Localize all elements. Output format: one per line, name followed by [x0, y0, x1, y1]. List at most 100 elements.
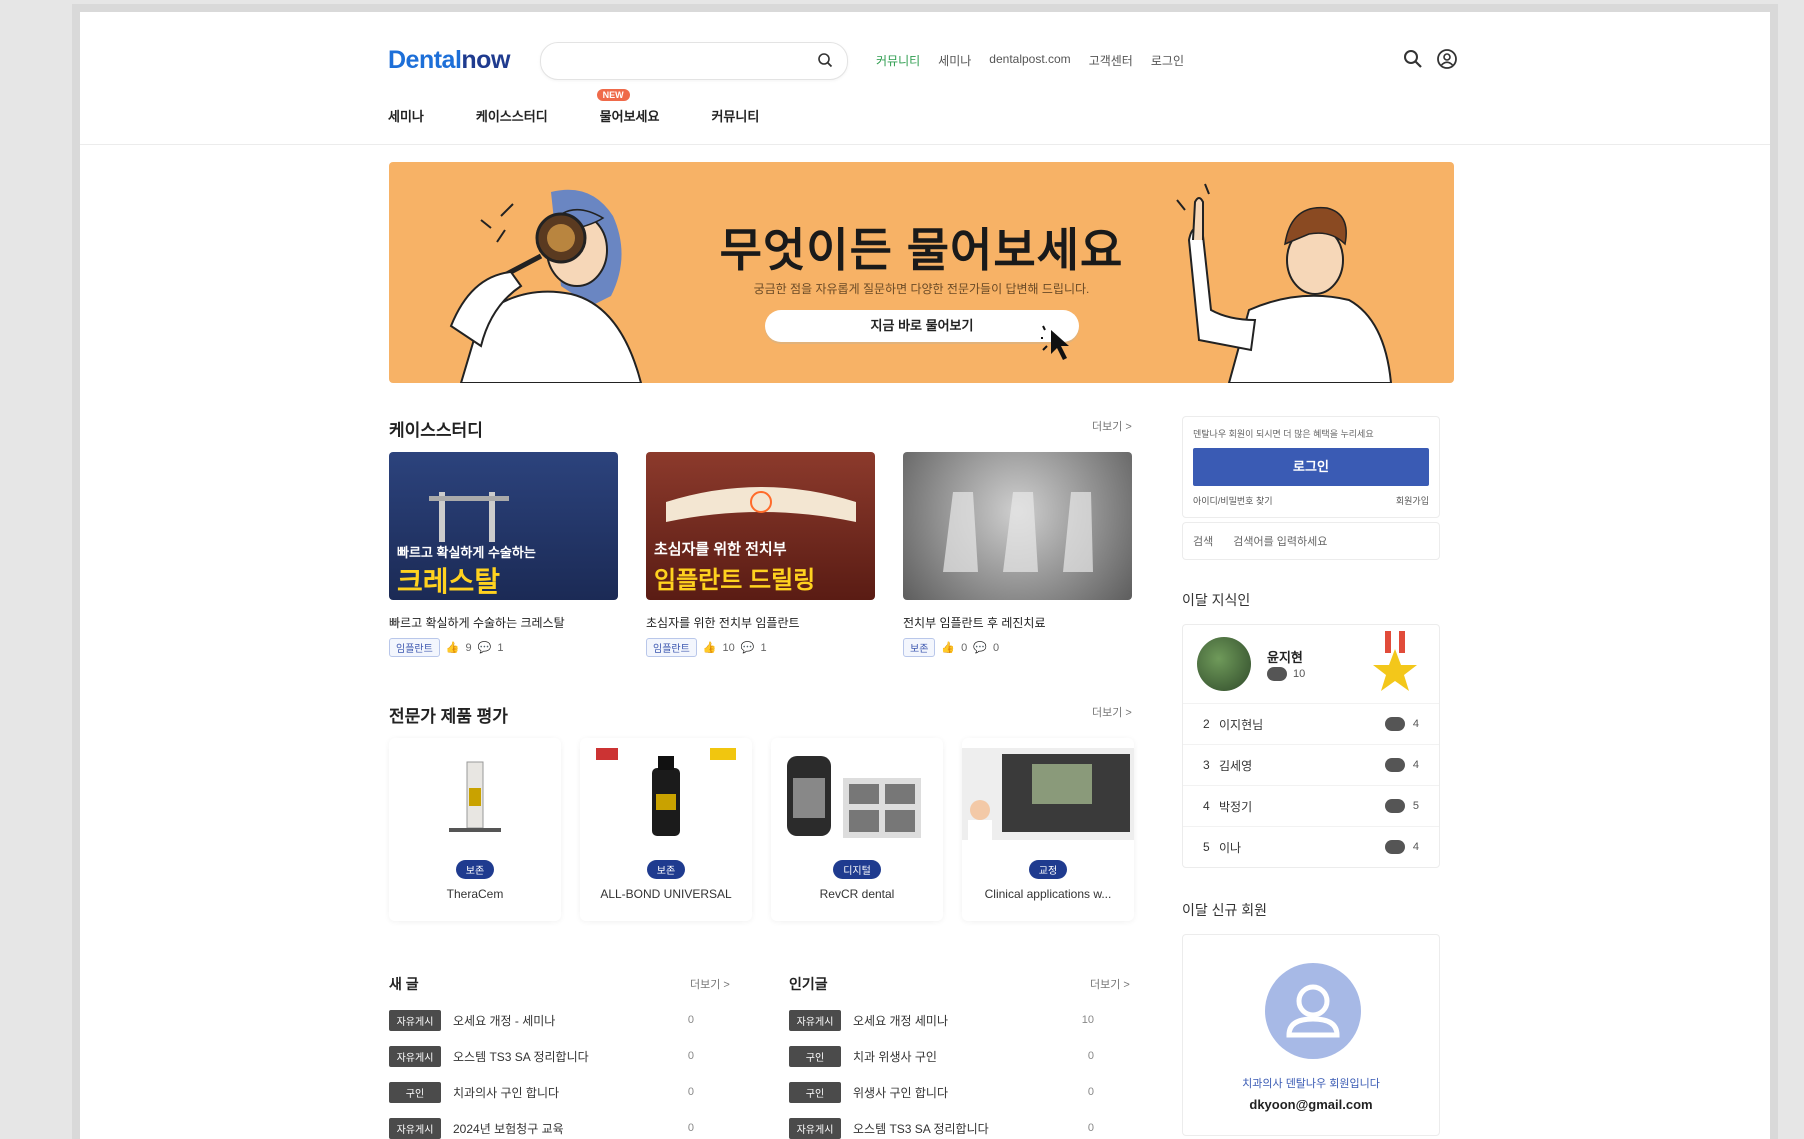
post-title: 오세요 개정 - 세미나: [453, 1013, 556, 1028]
search-bar: [540, 42, 848, 80]
login-button[interactable]: 로그인: [1193, 448, 1429, 486]
product-image: [962, 738, 1134, 850]
case-card[interactable]: 초심자를 위한 전치부 임플란트 드릴링 초심자를 위한 전치부 임플란트 임플…: [646, 452, 875, 657]
search-input[interactable]: [557, 43, 801, 79]
product-name: ALL-BOND UNIVERSAL: [600, 887, 732, 901]
rank-count-wrap: 4: [1384, 840, 1419, 854]
ranking-row[interactable]: 2 이지현님 4: [1183, 703, 1439, 744]
banner-title: 무엇이든 물어보세요: [719, 224, 1124, 276]
like-count: 0: [961, 641, 968, 654]
new-posts-more[interactable]: 더보기 >: [690, 976, 730, 992]
nav-ask-label: 물어보세요: [599, 109, 660, 124]
post-row[interactable]: 자유게시 오세요 개정 - 세미나 0: [389, 1002, 694, 1038]
products-more[interactable]: 더보기 >: [1092, 704, 1132, 720]
new-posts-title: 새 글: [389, 976, 419, 992]
post-row[interactable]: 자유게시 오세요 개정 세미나 10: [789, 1002, 1094, 1038]
product-image: [771, 738, 943, 850]
ask-now-button[interactable]: 지금 바로 물어보기: [765, 310, 1079, 342]
logo-suffix: now: [461, 46, 510, 74]
hero-banner[interactable]: 무엇이든 물어보세요 궁금한 점을 자유롭게 질문하면 다양한 전문가들이 답변…: [389, 162, 1454, 383]
product-tag: 교정: [1028, 860, 1068, 879]
rank-count-wrap: 5: [1384, 799, 1419, 813]
product-card[interactable]: 보존 TheraCem: [389, 738, 561, 921]
nav-community[interactable]: 커뮤니티: [711, 106, 759, 125]
sidebar-search-hint: 검색어를 입력하세요: [1233, 536, 1328, 548]
rank-count: 5: [1412, 800, 1419, 812]
case-card[interactable]: 전치부 임플란트 후 레진치료 보존 👍 0 💬 0: [903, 452, 1132, 657]
case-thumbnail: 초심자를 위한 전치부 임플란트 드릴링: [646, 452, 875, 600]
product-image: [389, 738, 561, 850]
sidebar-search[interactable]: 검색 검색어를 입력하세요: [1182, 522, 1440, 560]
top-link-login[interactable]: 로그인: [1151, 52, 1184, 69]
top-link-support[interactable]: 고객센터: [1089, 52, 1133, 69]
rank-number: 5: [1203, 840, 1210, 854]
sidebar: 덴탈나우 회원이 되시면 더 많은 혜택을 누리세요 로그인 아이디/비밀번호 …: [1182, 416, 1440, 1136]
cursor-icon: [1041, 325, 1069, 360]
find-account-link[interactable]: 아이디/비밀번호 찾기: [1193, 494, 1273, 507]
ranking-top-count: 10: [1293, 668, 1306, 680]
signup-link[interactable]: 회원가입: [1396, 494, 1429, 507]
post-title: 위생사 구인 합니다: [853, 1085, 948, 1100]
search-icon[interactable]: [817, 52, 833, 68]
case-card[interactable]: 빠르고 확실하게 수술하는 크레스탈 빠르고 확실하게 수술하는 크레스탈 임플…: [389, 452, 618, 657]
post-category: 자유게시: [389, 1009, 441, 1031]
post-title: 오스템 TS3 SA 정리합니다: [453, 1049, 589, 1064]
chat-bubble-icon: [1384, 799, 1405, 813]
post-row[interactable]: 자유게시 2024년 보험청구 교육 0: [389, 1110, 694, 1139]
comment-icon: 💬: [973, 642, 987, 654]
new-posts-list: 자유게시 오세요 개정 - 세미나 0 자유게시 오스템 TS3 SA 정리합니다 0 …: [389, 1002, 694, 1139]
post-row[interactable]: 자유게시 오스템 TS3 SA 정리합니다 0: [389, 1038, 694, 1074]
ranking-row[interactable]: 4 박정기 5: [1183, 785, 1439, 826]
post-category: 자유게시: [789, 1117, 841, 1139]
product-image: [580, 738, 752, 850]
rank-count: 4: [1412, 841, 1419, 853]
product-name: Clinical applications w...: [984, 887, 1112, 901]
post-count: 0: [687, 1122, 694, 1134]
top-link-seminar[interactable]: 세미나: [938, 52, 971, 69]
user-icon[interactable]: [1436, 48, 1458, 70]
product-name: RevCR dental: [819, 887, 895, 901]
ranking-top[interactable]: 윤지현 10: [1183, 625, 1439, 703]
ranking-row[interactable]: 5 이나 4: [1183, 826, 1439, 867]
case-study-title: 케이스스터디: [389, 421, 483, 440]
comment-count: 1: [760, 641, 767, 654]
medal-icon: [1373, 631, 1417, 691]
product-card[interactable]: 디지털 RevCR dental: [771, 738, 943, 921]
nav-ask[interactable]: NEW 물어보세요: [596, 89, 660, 125]
like-count: 10: [722, 641, 735, 654]
rank-number: 4: [1203, 799, 1210, 813]
product-card[interactable]: 보존 ALL-BOND UNIVERSAL: [580, 738, 752, 921]
case-meta: 임플란트 👍 10 💬 1: [646, 638, 875, 657]
top-link-community[interactable]: 커뮤니티: [876, 52, 920, 69]
case-study-more[interactable]: 더보기 >: [1092, 418, 1132, 434]
product-card[interactable]: 교정 Clinical applications w...: [962, 738, 1134, 921]
new-badge: NEW: [596, 89, 630, 101]
search-icon[interactable]: [1402, 48, 1424, 70]
logo[interactable]: Dentalnow: [388, 46, 510, 75]
post-category: 자유게시: [789, 1009, 841, 1031]
chat-bubble-icon: [1267, 667, 1287, 681]
header-icons: [1402, 48, 1458, 70]
post-row[interactable]: 구인 위생사 구인 합니다 0: [789, 1074, 1094, 1110]
rank-count-wrap: 4: [1384, 717, 1419, 731]
like-icon: 👍: [702, 642, 717, 654]
post-title: 2024년 보험청구 교육: [453, 1121, 564, 1136]
post-row[interactable]: 구인 치과의사 구인 합니다 0: [389, 1074, 694, 1110]
banner-subtitle: 궁금한 점을 자유롭게 질문하면 다양한 전문가들이 답변해 드립니다.: [753, 282, 1090, 296]
post-row[interactable]: 자유게시 오스템 TS3 SA 정리합니다 0: [789, 1110, 1094, 1139]
nav-seminar[interactable]: 세미나: [388, 106, 424, 125]
product-name: TheraCem: [446, 887, 504, 901]
top-link-site[interactable]: dentalpost.com: [989, 52, 1070, 69]
ranking-row[interactable]: 3 김세영 4: [1183, 744, 1439, 785]
post-title: 오세요 개정 세미나: [853, 1013, 948, 1028]
nav-case-study[interactable]: 케이스스터디: [476, 106, 548, 125]
ranking-title: 이달 지식인: [1182, 592, 1251, 608]
profile-box[interactable]: 치과의사 덴탈나우 회원입니다 dkyoon@gmail.com: [1182, 934, 1440, 1136]
ranking-top-name: 윤지현: [1267, 650, 1303, 665]
comment-icon: 💬: [740, 642, 755, 654]
login-box: 덴탈나우 회원이 되시면 더 많은 혜택을 누리세요 로그인 아이디/비밀번호 …: [1182, 416, 1440, 518]
rank-number: 2: [1203, 717, 1210, 731]
post-row[interactable]: 구인 치과 위생사 구인 0: [789, 1038, 1094, 1074]
popular-posts-more[interactable]: 더보기 >: [1090, 976, 1130, 992]
product-tag: 보존: [646, 860, 686, 879]
